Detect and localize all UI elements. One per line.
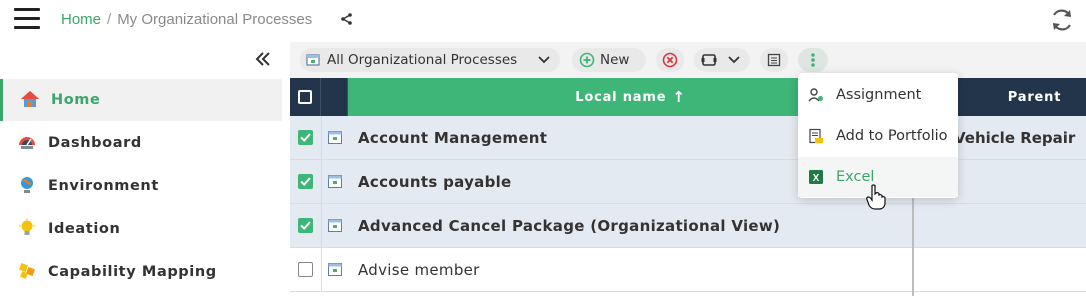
column-header-local-name-label: Local name [575,89,667,105]
row-local-name: Accounts payable [358,173,512,191]
process-table: Local name ↑ Parent Account Management V… [290,78,1086,296]
sidebar-item-label: Capability Mapping [48,264,217,280]
workflow-dropdown-button[interactable] [694,48,750,72]
sidebar-item-ideation[interactable]: Ideation [0,208,282,250]
more-vertical-icon [811,53,815,67]
sort-ascending-icon: ↑ [672,88,686,106]
toolbar: All Organizational Processes New [290,42,1086,78]
capability-icon [19,263,35,279]
collapse-sidebar-icon[interactable] [254,50,272,68]
row-parent: Vehicle Repair [954,129,1076,147]
header-icon-column [320,78,348,116]
process-icon [328,219,342,232]
row-checkbox[interactable] [298,130,313,145]
table-header: Local name ↑ Parent [290,78,1086,116]
environment-icon [21,177,33,193]
process-icon [328,131,342,144]
select-all-checkbox[interactable] [298,90,312,104]
breadcrumb-home-link[interactable]: Home [61,11,101,28]
delete-button[interactable] [656,48,684,72]
main-content: All Organizational Processes New Local n… [290,42,1086,296]
chevron-down-icon [538,56,550,64]
svg-text:X: X [813,173,820,184]
portfolio-icon [809,128,823,144]
row-checkbox[interactable] [298,218,313,233]
hamburger-menu-icon[interactable] [14,8,40,30]
row-divider [321,204,322,248]
table-row[interactable]: Advanced Cancel Package (Organizational … [290,204,1086,248]
top-header: Home / My Organizational Processes [0,0,1086,40]
row-local-name: Advanced Cancel Package (Organizational … [358,217,781,235]
new-button[interactable]: New [572,48,646,72]
checkmark-icon [300,133,311,142]
excel-icon: X [809,170,823,184]
sidebar-item-label: Ideation [48,221,121,237]
document-icon [767,53,781,67]
menu-item-assignment[interactable]: Assignment [798,75,958,115]
menu-item-add-to-portfolio[interactable]: Add to Portfolio [798,116,958,156]
row-checkbox[interactable] [298,262,313,277]
new-button-label: New [600,52,630,68]
row-divider [321,160,322,204]
breadcrumb-current: My Organizational Processes [117,11,313,28]
view-select-label: All Organizational Processes [327,52,518,68]
checkmark-icon [300,221,311,230]
view-select-dropdown[interactable]: All Organizational Processes [300,48,560,72]
refresh-icon[interactable] [1048,6,1076,34]
row-local-name: Account Management [358,129,548,147]
table-row[interactable]: Advise member [290,248,1086,292]
process-icon [328,263,342,276]
row-divider [321,248,322,292]
sidebar: Home Dashboard Environment Ideation Capa… [0,42,282,296]
workflow-icon [701,54,717,66]
breadcrumb-separator: / [107,11,112,28]
sidebar-item-capability-mapping[interactable]: Capability Mapping [0,251,282,293]
sidebar-item-label: Dashboard [48,135,142,151]
menu-item-excel[interactable]: X Excel [798,157,958,197]
breadcrumb: Home / My Organizational Processes [61,11,312,28]
sidebar-item-home[interactable]: Home [0,79,282,121]
dashboard-icon [19,137,35,149]
home-icon [21,91,39,107]
share-icon[interactable] [340,12,354,26]
sidebar-item-dashboard[interactable]: Dashboard [0,122,282,164]
sidebar-item-label: Home [51,92,101,108]
delete-circle-icon [662,52,678,68]
table-row[interactable]: Accounts payable [290,160,1086,204]
process-icon [328,175,342,188]
sidebar-item-label: Environment [48,178,159,194]
row-divider [321,116,322,160]
column-header-parent-label: Parent [1007,89,1062,105]
lightbulb-icon [19,218,35,235]
menu-item-label: Add to Portfolio [836,128,948,144]
process-view-icon [306,54,320,66]
plus-circle-icon [579,52,595,68]
menu-item-label: Assignment [836,87,922,103]
user-assign-icon [808,88,823,102]
sidebar-item-environment[interactable]: Environment [0,165,282,207]
row-local-name: Advise member [358,261,480,279]
more-options-menu: Assignment Add to Portfolio X Excel [798,73,958,198]
checkmark-icon [300,177,311,186]
table-row[interactable]: Account Management Vehicle Repair [290,116,1086,160]
details-button[interactable] [760,48,788,72]
chevron-down-icon [728,56,740,64]
more-options-button[interactable] [798,48,828,72]
menu-item-label: Excel [836,169,875,185]
row-checkbox[interactable] [298,174,313,189]
